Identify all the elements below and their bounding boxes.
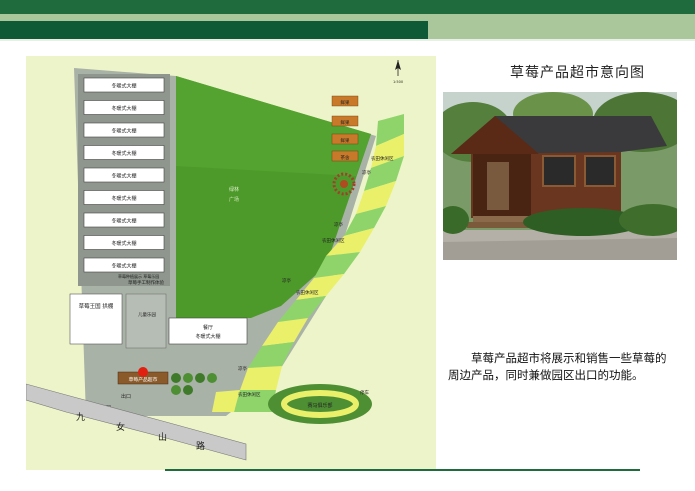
leisure-label-1: 农田休闲区: [371, 155, 394, 162]
greenhouse-list: 冬暖式大棚冬暖式大棚冬暖式大棚冬暖式大棚冬暖式大棚冬暖式大棚冬暖式大棚冬暖式大棚…: [83, 77, 165, 273]
leisure-label-3: 农田休闲区: [296, 289, 319, 296]
workshop-area: [125, 293, 167, 349]
greenhouse-label-5: 冬暖式大棚: [111, 173, 136, 180]
header-right-band: [428, 21, 695, 39]
arbor-label-4: 凉亭: [238, 365, 247, 372]
supermarket-label: 草莓产品超市: [129, 376, 158, 383]
greenhouse-label-9: 冬暖式大棚: [111, 263, 136, 270]
road-char-4: 路: [196, 440, 205, 452]
arbor-label-1: 凉亭: [362, 169, 371, 176]
bottom-divider: [165, 469, 640, 471]
header-top-band: [0, 0, 695, 14]
greenhouse-label-2: 冬暖式大棚: [111, 105, 136, 112]
exit-label: 出口: [121, 393, 131, 400]
page-title: 草莓产品超市意向图: [510, 65, 645, 81]
description-text: 草莓产品超市将展示和销售一些草莓的周边产品，同时兼做园区出口的功能。: [448, 351, 667, 382]
building-2-label: 鲜果: [341, 119, 350, 126]
parking-label: 停车: [360, 389, 369, 396]
building-4-label: 茶舍: [341, 154, 350, 161]
leisure-label-2: 农田休闲区: [322, 237, 345, 244]
building-3-label: 鲜果: [341, 137, 350, 144]
north-arrow-icon: [395, 60, 401, 76]
road-char-2: 女: [116, 421, 125, 433]
greenhouse-label-6: 冬暖式大棚: [111, 195, 136, 202]
supermarket-marker: [138, 367, 148, 377]
leisure-label-4: 农田休闲区: [238, 391, 261, 398]
arbor-label-3: 凉亭: [282, 277, 291, 284]
lawn-label: 绿林: [229, 186, 239, 193]
header-light-band: [0, 14, 695, 21]
hand-workshop-label: 草莓手工制作体验: [128, 279, 164, 286]
building-1-label: 鲜果: [341, 99, 350, 106]
site-plan-drawing: 冬暖式大棚冬暖式大棚冬暖式大棚冬暖式大棚冬暖式大棚冬暖式大棚冬暖式大棚冬暖式大棚…: [26, 60, 404, 470]
restaurant-label-2: 冬暖式大棚: [195, 333, 220, 340]
cabin-photo: [443, 92, 677, 260]
greenhouse-label-7: 冬暖式大棚: [111, 218, 136, 225]
horse-park-label: 赛马俱乐部: [307, 402, 332, 409]
header-dark-band: [0, 21, 428, 39]
strawberry-garden: [69, 293, 123, 345]
road-char-1: 九: [76, 412, 85, 423]
greenhouse-label-4: 冬暖式大棚: [111, 150, 136, 157]
road-char-3: 山: [158, 432, 167, 443]
restaurant-label-1: 餐厅: [203, 324, 213, 331]
greenhouse-label-8: 冬暖式大棚: [111, 240, 136, 247]
header-divider: [0, 39, 695, 41]
restaurant-building: [168, 317, 248, 345]
scale-label: 1:500: [393, 80, 403, 84]
greenhouse-label-1: 冬暖式大棚: [111, 83, 136, 90]
lawn-sublabel: 广场: [229, 196, 239, 203]
workshop-top-label: 草莓种植展示 草莓乐园: [118, 273, 159, 279]
greenhouse-label-3: 冬暖式大棚: [111, 128, 136, 135]
kids-area-label: 儿童乐园: [138, 311, 156, 318]
arbor-label-2: 凉亭: [334, 221, 343, 228]
site-plan: 冬暖式大棚 冬暖式大棚 冬暖式大棚 冬暖式大棚 冬暖式大棚 冬暖式大棚 冬暖式大棚 冬暖式大棚…: [26, 56, 436, 470]
strawberry-garden-label-1: 草莓王国 拱棚: [79, 302, 114, 310]
